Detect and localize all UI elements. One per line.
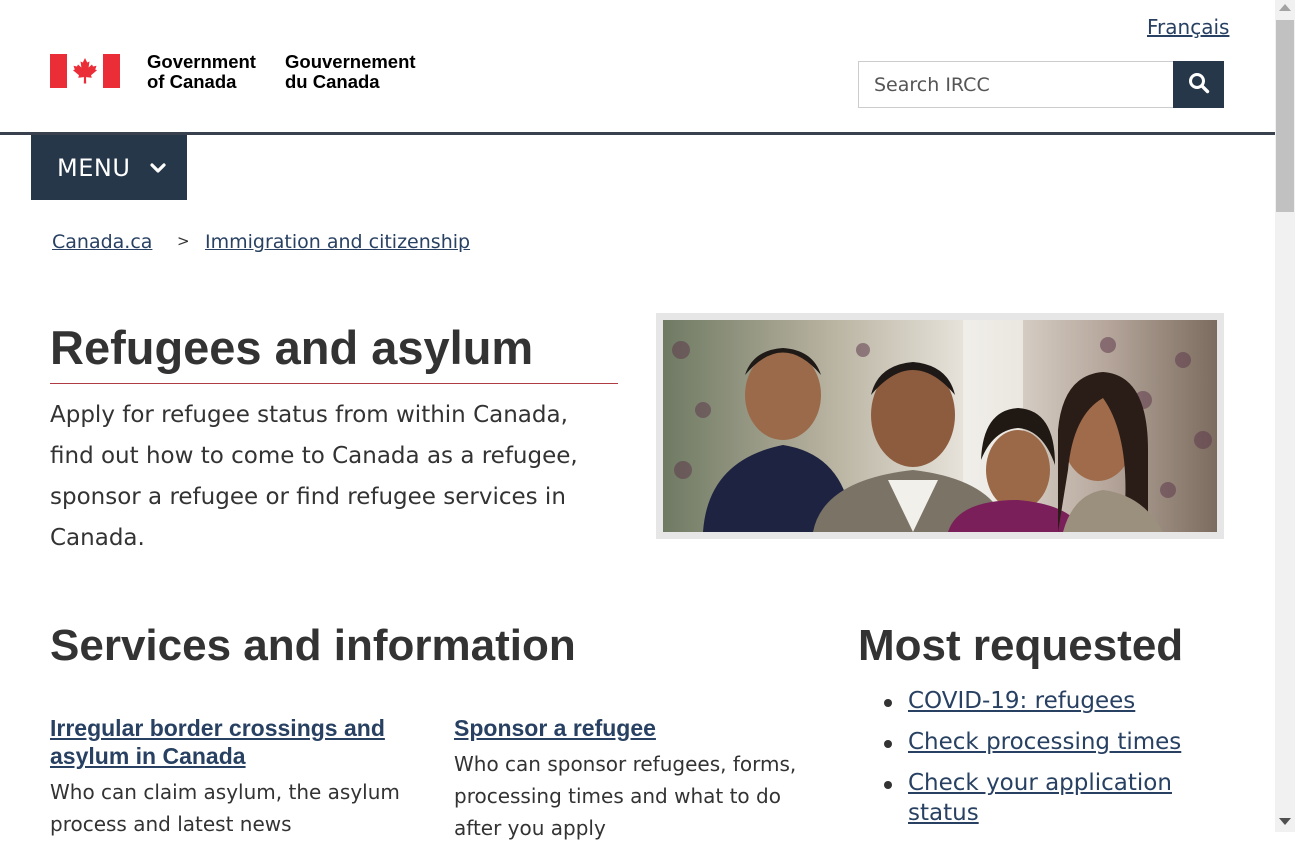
- breadcrumb-canada-link[interactable]: Canada.ca: [52, 229, 152, 255]
- services-section-title: Services and information: [50, 621, 576, 670]
- most-requested-link[interactable]: Check processing times: [908, 729, 1181, 755]
- family-photo: [663, 320, 1217, 532]
- page-title: Refugees and asylum: [50, 321, 534, 374]
- search-button[interactable]: [1173, 61, 1224, 108]
- search-input[interactable]: [858, 61, 1173, 108]
- chevron-down-icon: [150, 163, 166, 173]
- breadcrumb-immigration-link[interactable]: Immigration and citizenship: [205, 229, 470, 255]
- list-item: Check processing times: [858, 727, 1218, 757]
- most-requested-title: Most requested: [858, 621, 1184, 670]
- list-item: Check your application status: [858, 768, 1218, 828]
- list-item: COVID-19: refugees: [858, 686, 1218, 716]
- most-requested-link[interactable]: COVID-19: refugees: [908, 688, 1135, 714]
- language-toggle-link[interactable]: Français: [1147, 14, 1229, 40]
- menu-label: MENU: [57, 153, 131, 182]
- most-requested-list: COVID-19: refugees Check processing time…: [858, 686, 1218, 839]
- title-underline: [50, 383, 618, 384]
- service-link-sponsor-refugee[interactable]: Sponsor a refugee: [454, 714, 824, 742]
- service-description: Who can claim asylum, the asylum process…: [50, 780, 400, 836]
- service-description: Who can sponsor refugees, forms, process…: [454, 752, 797, 840]
- government-of-canada-signature-en: Government of Canada: [147, 51, 256, 92]
- scroll-down-arrow-icon[interactable]: [1279, 818, 1291, 825]
- menu-button[interactable]: MENU: [31, 135, 187, 200]
- scroll-up-arrow-icon[interactable]: [1279, 4, 1291, 11]
- search-icon: [1188, 73, 1209, 94]
- most-requested-link[interactable]: Check your application status: [908, 770, 1172, 826]
- scrollbar-thumb[interactable]: [1276, 20, 1294, 212]
- breadcrumb-separator: >: [177, 232, 190, 250]
- header-divider: [0, 132, 1275, 135]
- canada-flag-icon: [50, 54, 120, 88]
- service-link-irregular-border[interactable]: Irregular border crossings and asylum in…: [50, 714, 420, 770]
- intro-text: Apply for refugee status from within Can…: [50, 402, 578, 551]
- government-of-canada-signature-fr: Gouvernement du Canada: [285, 51, 416, 92]
